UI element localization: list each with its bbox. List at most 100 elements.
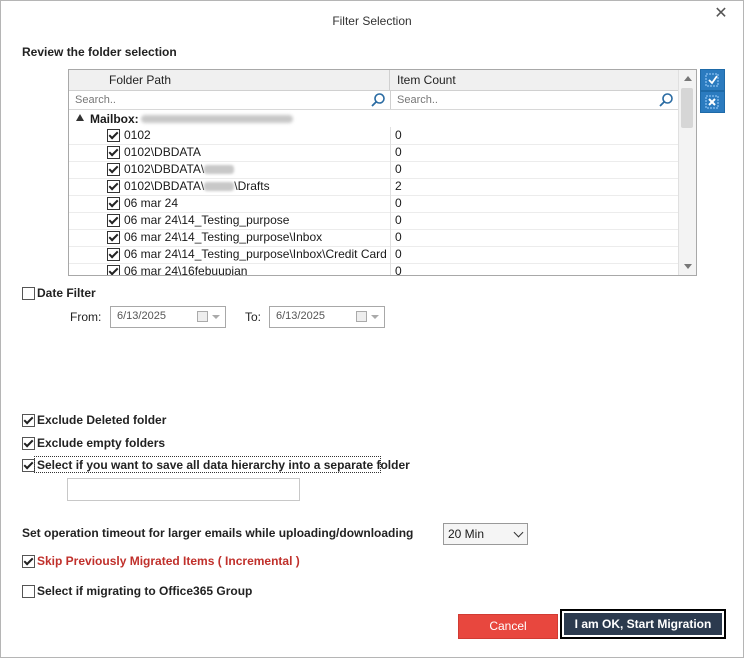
item-count-search [391,91,678,109]
folder-path-search-input[interactable] [69,91,390,109]
item-count: 0 [395,128,402,142]
grid-scrollbar[interactable] [678,70,696,275]
item-count: 2 [395,179,402,193]
timeout-label: Set operation timeout for larger emails … [22,526,414,540]
folder-path-search [69,91,391,109]
mailbox-row[interactable]: Mailbox: [69,110,678,127]
folder-path: 0102 [124,128,151,142]
from-date-value: 6/13/2025 [117,310,166,322]
column-divider [390,161,391,178]
column-divider [390,127,391,144]
search-icon[interactable] [658,92,674,108]
table-row[interactable]: 0102\DBDATA\ \Drafts 2 [69,178,678,196]
exclude-empty-checkbox[interactable] [22,437,35,450]
office365-group-label: Select if migrating to Office365 Group [37,584,253,598]
calendar-icon[interactable] [356,311,367,322]
item-count: 0 [395,145,402,159]
row-checkbox[interactable] [107,265,120,275]
column-header-folder-path[interactable]: Folder Path [69,70,390,90]
incremental-label: Skip Previously Migrated Items ( Increme… [37,554,300,568]
folder-path: 06 mar 24\14_Testing_purpose\Inbox [124,230,323,244]
column-divider [390,144,391,161]
from-date-field[interactable]: 6/13/2025 [110,306,226,328]
table-row[interactable]: 06 mar 24\14_Testing_purpose\Inbox 0 [69,229,678,247]
exclude-deleted-checkbox[interactable] [22,414,35,427]
date-filter-checkbox[interactable] [22,287,35,300]
redacted-email [141,115,293,123]
column-divider [390,212,391,229]
timeout-select[interactable]: 20 Min [443,523,528,545]
dialog-title: Filter Selection [332,14,412,28]
review-folder-label: Review the folder selection [22,45,177,59]
table-row[interactable]: 0102\DBDATA\ 0 [69,161,678,179]
calendar-icon[interactable] [197,311,208,322]
table-row[interactable]: 06 mar 24\14_Testing_purpose 0 [69,212,678,230]
item-count: 0 [395,213,402,227]
filter-selection-dialog: Filter Selection ✕ Review the folder sel… [0,0,744,658]
column-header-item-count[interactable]: Item Count [391,70,678,90]
office365-group-checkbox[interactable] [22,585,35,598]
row-checkbox[interactable] [107,214,120,227]
grid-header: Folder Path Item Count [69,70,678,91]
table-row[interactable]: 06 mar 24\16febuupian 0 [69,263,678,276]
hierarchy-folder-input[interactable] [67,478,300,501]
x-icon [705,95,719,109]
exclude-deleted-label: Exclude Deleted folder [37,413,167,427]
chevron-down-icon[interactable] [513,527,524,538]
item-count: 0 [395,196,402,210]
row-checkbox[interactable] [107,146,120,159]
incremental-checkbox[interactable] [22,555,35,568]
redacted-segment [204,182,235,192]
column-divider [390,229,391,246]
row-checkbox[interactable] [107,180,120,193]
row-checkbox[interactable] [107,129,120,142]
table-row[interactable]: 0102\DBDATA 0 [69,144,678,162]
deselect-all-button[interactable] [700,91,725,113]
search-icon[interactable] [370,92,386,108]
mailbox-label: Mailbox: [90,112,139,126]
save-hierarchy-label: Select if you want to save all data hier… [37,458,410,472]
exclude-empty-label: Exclude empty folders [37,436,166,450]
scroll-down-icon[interactable] [684,264,692,269]
scroll-up-icon[interactable] [684,76,692,81]
to-date-field[interactable]: 6/13/2025 [269,306,385,328]
folder-grid: Folder Path Item Count Mailbox: 0102 [68,69,697,276]
from-label: From: [70,310,102,324]
table-row[interactable]: 06 mar 24\14_Testing_purpose\Inbox\Credi… [69,246,678,264]
folder-path: 0102\DBDATA\ \Drafts [124,179,389,193]
table-row[interactable]: 0102 0 [69,127,678,145]
column-divider [390,178,391,195]
cancel-button[interactable]: Cancel [458,614,558,639]
scroll-thumb[interactable] [681,88,693,128]
row-checkbox[interactable] [107,197,120,210]
timeout-value: 20 Min [448,527,485,541]
folder-path: 06 mar 24 [124,196,179,210]
start-migration-button[interactable]: I am OK, Start Migration [560,609,726,639]
item-count: 0 [395,264,402,276]
folder-path-suffix: \Drafts [234,179,270,193]
start-migration-label: I am OK, Start Migration [564,613,722,635]
table-row[interactable]: 06 mar 24 0 [69,195,678,213]
folder-path: 06 mar 24\14_Testing_purpose [124,213,290,227]
row-checkbox[interactable] [107,163,120,176]
redacted-segment [204,165,235,175]
select-all-button[interactable] [700,69,725,91]
close-icon[interactable]: ✕ [713,6,729,22]
folder-path: 0102\DBDATA [124,145,201,159]
date-filter-label: Date Filter [37,286,96,300]
folder-path: 06 mar 24\16febuupian [124,264,248,276]
column-divider [390,246,391,263]
item-count-search-input[interactable] [391,91,678,109]
row-checkbox[interactable] [107,231,120,244]
row-checkbox[interactable] [107,248,120,261]
item-count: 0 [395,247,402,261]
collapse-arrow-icon[interactable] [76,114,84,121]
item-count: 0 [395,230,402,244]
chevron-down-icon[interactable] [371,315,379,319]
folder-path-prefix: 0102\DBDATA\ [124,179,205,193]
folder-path: 06 mar 24\14_Testing_purpose\Inbox\Credi… [124,247,389,261]
chevron-down-icon[interactable] [212,315,220,319]
check-icon [705,73,719,87]
folder-path: 0102\DBDATA\ [124,162,389,176]
to-date-value: 6/13/2025 [276,310,325,322]
